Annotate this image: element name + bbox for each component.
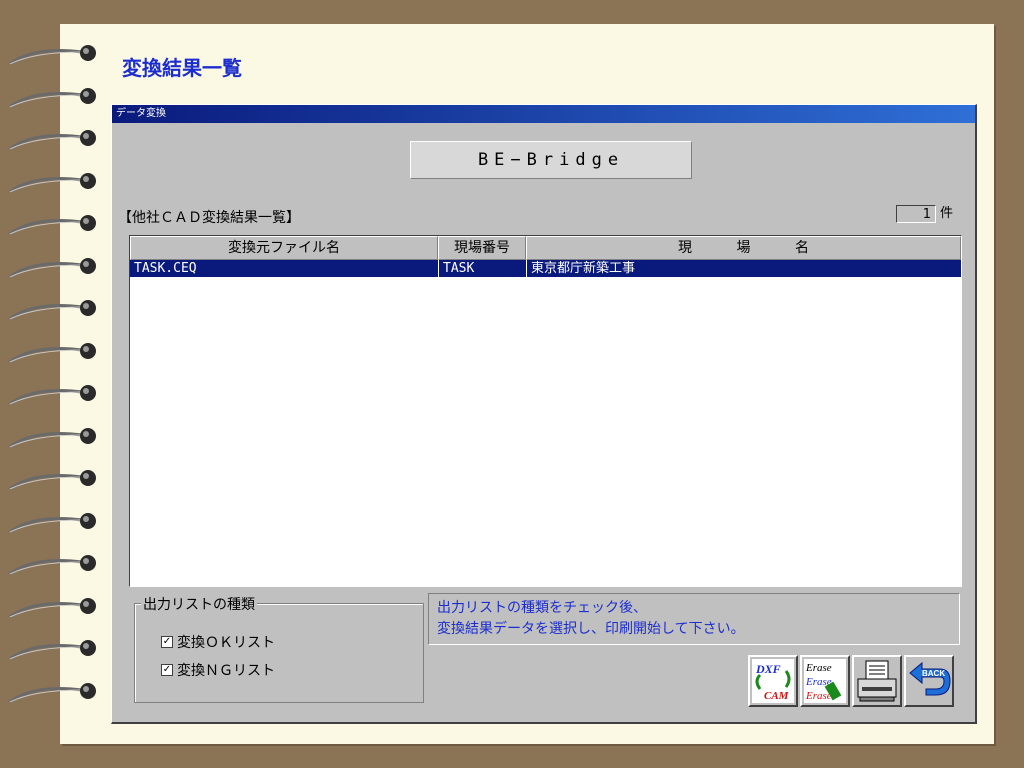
spiral-ring — [9, 682, 96, 703]
svg-text:DXF: DXF — [755, 662, 781, 676]
spiral-hole-shine — [83, 218, 89, 224]
dxf-cam-convert-icon: DXF CAM — [752, 659, 794, 703]
spiral-ring — [9, 87, 96, 108]
ng-list-checkbox[interactable]: ✓ 変換ＮＧリスト — [161, 660, 275, 680]
spiral-ring — [9, 45, 96, 66]
page-title: 変換結果一覧 — [122, 56, 242, 80]
column-header-source-file[interactable]: 変換元ファイル名 — [130, 236, 438, 260]
spiral-ring — [9, 172, 96, 193]
product-label: BE−Bridge — [410, 141, 692, 179]
spiral-ring — [9, 640, 96, 661]
output-list-group: 出力リストの種類 ✓ 変換ＯＫリスト ✓ 変換ＮＧリスト — [134, 594, 424, 703]
spiral-hole-shine — [83, 685, 89, 692]
check-icon[interactable]: ✓ — [161, 664, 173, 676]
list-header: 変換元ファイル名 現場番号 現 場 名 — [130, 236, 961, 260]
table-row[interactable]: TASK.CEQ TASK 東京都庁新築工事 — [130, 260, 961, 277]
back-arrow-icon: BACK — [909, 661, 951, 696]
check-icon[interactable]: ✓ — [161, 636, 173, 648]
spiral-hole-shine — [83, 345, 89, 352]
svg-text:Erase: Erase — [805, 662, 832, 674]
spiral-hole-shine — [83, 303, 89, 309]
ng-list-label: 変換ＮＧリスト — [177, 663, 275, 679]
instruction-message: 出力リストの種類をチェック後、 変換結果データを選択し、印刷開始して下さい。 — [428, 593, 960, 645]
spiral-hole-shine — [83, 48, 89, 54]
spiral-hole-shine — [83, 260, 89, 267]
spiral-ring — [9, 130, 96, 151]
spiral-hole-shine — [83, 430, 89, 437]
instruction-line-2: 変換結果データを選択し、印刷開始して下さい。 — [437, 621, 745, 637]
instruction-line-1: 出力リストの種類をチェック後、 — [437, 600, 647, 616]
back-button[interactable]: BACK — [904, 655, 954, 707]
spiral-hole-shine — [83, 133, 89, 139]
spiral-hole-shine — [83, 643, 89, 649]
ok-list-label: 変換ＯＫリスト — [177, 635, 275, 651]
spiral-ring — [9, 427, 96, 448]
dxf-cam-convert-button[interactable]: DXF CAM — [748, 655, 798, 707]
print-button[interactable] — [852, 655, 902, 707]
ok-list-checkbox[interactable]: ✓ 変換ＯＫリスト — [161, 632, 275, 652]
result-count: 1 — [896, 205, 936, 223]
column-header-site-number[interactable]: 現場番号 — [438, 236, 526, 260]
spiral-ring — [9, 215, 96, 236]
spiral-hole-shine — [83, 388, 89, 394]
result-list[interactable]: 変換元ファイル名 現場番号 現 場 名 TASK.CEQ TASK 東京都庁新築… — [129, 235, 962, 587]
spiral-hole-shine — [83, 473, 89, 479]
cell-source-file: TASK.CEQ — [134, 261, 197, 276]
result-count-unit: 件 — [940, 206, 954, 221]
spiral-hole-shine — [83, 600, 89, 607]
spiral-ring — [9, 597, 96, 618]
spiral-hole-shine — [83, 175, 89, 182]
spiral-hole-shine — [83, 558, 89, 564]
spiral-ring — [9, 300, 96, 321]
printer-icon — [857, 660, 897, 702]
window-titlebar[interactable]: データ変換 — [112, 105, 975, 123]
section-title: 【他社ＣＡＤ変換結果一覧】 — [118, 210, 300, 226]
svg-text:BACK: BACK — [922, 669, 945, 678]
spiral-hole-shine — [83, 515, 89, 522]
data-conversion-window: データ変換 BE−Bridge 【他社ＣＡＤ変換結果一覧】 1 件 変換元ファイ… — [111, 104, 977, 724]
cell-site-number: TASK — [438, 260, 526, 277]
erase-icon: Erase Erase Erase — [804, 659, 846, 703]
spiral-ring — [9, 470, 96, 491]
cell-site-name: 東京都庁新築工事 — [526, 260, 961, 277]
output-list-legend: 出力リストの種類 — [141, 594, 257, 614]
erase-button[interactable]: Erase Erase Erase — [800, 655, 850, 707]
spiral-ring — [9, 555, 96, 576]
column-header-site-name[interactable]: 現 場 名 — [526, 236, 961, 260]
spiral-ring — [9, 385, 96, 406]
spiral-ring — [9, 512, 96, 533]
spiral-ring — [9, 257, 96, 278]
svg-text:CAM: CAM — [764, 690, 790, 702]
spiral-hole-shine — [83, 90, 89, 97]
spiral-ring — [9, 342, 96, 363]
